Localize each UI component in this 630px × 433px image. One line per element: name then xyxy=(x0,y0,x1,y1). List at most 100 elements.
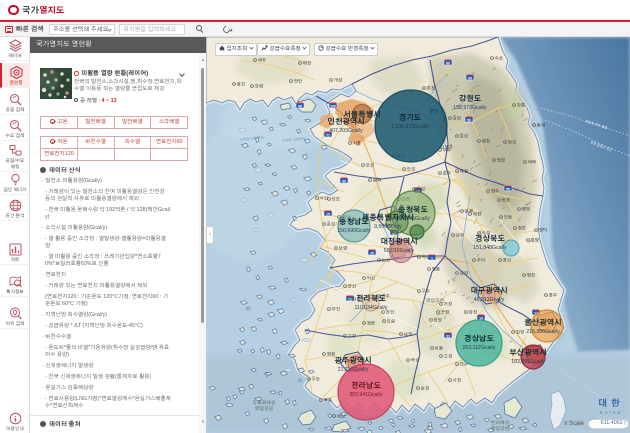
svg-text:46,313Gcal/y: 46,313Gcal/y xyxy=(474,297,505,303)
svg-text:거창: 거창 xyxy=(444,302,453,307)
svg-text:강릉: 강릉 xyxy=(516,103,525,108)
svg-text:밀양: 밀양 xyxy=(516,330,524,335)
svg-text:개성: 개성 xyxy=(334,78,343,83)
svg-text:포항: 포항 xyxy=(531,238,540,243)
svg-text:263,112Gcal/y: 263,112Gcal/y xyxy=(462,345,495,351)
svg-text:안성: 안성 xyxy=(407,167,416,172)
svg-text:25: 25 xyxy=(370,251,374,255)
svg-text:정선: 정선 xyxy=(508,140,516,145)
svg-text:한려해상: 한려해상 xyxy=(491,420,510,425)
svg-text:15: 15 xyxy=(326,212,330,216)
svg-text:남원: 남원 xyxy=(404,332,412,337)
svg-text:대전광역시: 대전광역시 xyxy=(380,237,417,246)
svg-text:합천: 합천 xyxy=(469,310,477,315)
svg-text:충청북도: 충청북도 xyxy=(398,205,428,214)
svg-text:55: 55 xyxy=(506,187,510,191)
svg-text:군산: 군산 xyxy=(348,284,357,289)
svg-text:고창: 고창 xyxy=(348,334,357,339)
svg-text:보성: 보성 xyxy=(421,386,430,391)
svg-text:183,891Gcal/y: 183,891Gcal/y xyxy=(511,359,545,365)
svg-text:강원도: 강원도 xyxy=(459,94,481,103)
svg-text:영덕: 영덕 xyxy=(539,227,547,234)
svg-text:21: 21 xyxy=(348,297,352,301)
svg-text:동해: 동해 xyxy=(537,123,545,128)
svg-text:강령: 강령 xyxy=(254,84,263,89)
svg-text:제천: 제천 xyxy=(459,169,468,174)
svg-text:48: 48 xyxy=(298,104,302,108)
svg-text:인천광역시: 인천광역시 xyxy=(327,117,364,126)
svg-text:65: 65 xyxy=(468,76,472,80)
svg-text:하동: 하동 xyxy=(435,346,443,351)
svg-text:정읍: 정읍 xyxy=(367,321,375,326)
svg-text:상주: 상주 xyxy=(455,233,464,238)
svg-text:영양: 영양 xyxy=(522,207,530,212)
svg-text:150,690Gcal/y: 150,690Gcal/y xyxy=(337,228,371,234)
svg-text:151,848Gcal/y: 151,848Gcal/y xyxy=(473,245,507,251)
svg-text:울산광역시: 울산광역시 xyxy=(524,318,561,327)
svg-text:태백: 태백 xyxy=(528,160,536,165)
svg-text:함양: 함양 xyxy=(434,317,442,323)
svg-text:영월: 영월 xyxy=(497,157,505,164)
svg-text:연안: 연안 xyxy=(294,79,303,84)
svg-text:광주광역시: 광주광역시 xyxy=(334,356,371,365)
svg-text:국립공원: 국립공원 xyxy=(491,426,510,431)
svg-text:407,203Gcal/y: 407,203Gcal/y xyxy=(329,128,363,134)
svg-text:목포: 목포 xyxy=(324,398,332,403)
svg-text:순천: 순천 xyxy=(441,310,449,315)
svg-text:경기도: 경기도 xyxy=(398,113,421,122)
svg-text:영광: 영광 xyxy=(327,352,336,357)
svg-text:경주: 경주 xyxy=(548,293,557,298)
svg-text:경산: 경산 xyxy=(502,258,512,263)
svg-text:해남: 해남 xyxy=(337,414,346,419)
svg-text:홍성: 홍성 xyxy=(327,221,336,227)
svg-text:국립공원: 국립공원 xyxy=(255,406,274,411)
svg-text:충주: 충주 xyxy=(443,171,451,176)
svg-text:임실: 임실 xyxy=(387,318,396,324)
svg-text:대구광역시: 대구광역시 xyxy=(470,286,507,295)
svg-text:세종특별자치시: 세종특별자치시 xyxy=(362,213,414,222)
svg-text:봉화: 봉화 xyxy=(502,198,511,203)
svg-text:158,973Gcal/y: 158,973Gcal/y xyxy=(453,105,487,111)
svg-text:다도해해상: 다도해해상 xyxy=(252,400,275,405)
svg-text:1: 1 xyxy=(431,256,433,260)
svg-text:보령: 보령 xyxy=(339,246,347,251)
svg-text:국립공원: 국립공원 xyxy=(426,298,445,303)
svg-text:옹진: 옹진 xyxy=(237,82,245,87)
svg-text:부안: 부안 xyxy=(332,307,341,312)
svg-text:21,210Gcal/y: 21,210Gcal/y xyxy=(338,367,369,373)
svg-text:고성: 고성 xyxy=(444,354,453,359)
svg-text:77: 77 xyxy=(326,133,330,137)
svg-text:영동: 영동 xyxy=(432,267,440,272)
svg-text:춘천: 춘천 xyxy=(427,86,435,91)
svg-text:부산광역시: 부산광역시 xyxy=(509,348,546,357)
svg-text:평창: 평창 xyxy=(482,139,491,144)
svg-text:110,034Gcal/y: 110,034Gcal/y xyxy=(354,305,387,311)
svg-text:60: 60 xyxy=(446,61,450,65)
svg-text:100: 100 xyxy=(330,104,336,108)
svg-text:홍천: 홍천 xyxy=(453,115,461,121)
svg-text:전라북도: 전라북도 xyxy=(356,294,386,303)
svg-text:시흥: 시흥 xyxy=(353,141,361,146)
svg-text:영주: 영주 xyxy=(491,189,499,194)
svg-text:당진: 당진 xyxy=(332,196,340,202)
svg-text:9,565Gcal/y: 9,565Gcal/y xyxy=(374,224,402,230)
svg-text:김천: 김천 xyxy=(460,271,468,276)
svg-text:횡성: 횡성 xyxy=(460,133,469,139)
svg-text:303,941Gcal/y: 303,941Gcal/y xyxy=(349,392,383,398)
svg-text:곡성: 곡성 xyxy=(411,358,420,363)
svg-text:여주: 여주 xyxy=(443,148,451,153)
svg-text:40: 40 xyxy=(342,179,346,183)
svg-text:전라남도: 전라남도 xyxy=(351,381,381,390)
svg-text:50: 50 xyxy=(467,118,471,122)
svg-text:경상북도: 경상북도 xyxy=(474,234,505,243)
svg-text:속초: 속초 xyxy=(495,56,503,61)
svg-text:구미: 구미 xyxy=(477,258,485,263)
svg-text:익산: 익산 xyxy=(367,276,376,281)
svg-text:사천: 사천 xyxy=(452,378,461,383)
svg-text:216,306Gcal/y: 216,306Gcal/y xyxy=(526,329,560,335)
svg-text:안동: 안동 xyxy=(504,215,512,220)
svg-text:배천: 배천 xyxy=(303,61,311,66)
svg-text:해주: 해주 xyxy=(258,58,266,63)
svg-text:59,010Gcal/y: 59,010Gcal/y xyxy=(384,248,415,254)
svg-text:오산: 오산 xyxy=(366,163,375,168)
